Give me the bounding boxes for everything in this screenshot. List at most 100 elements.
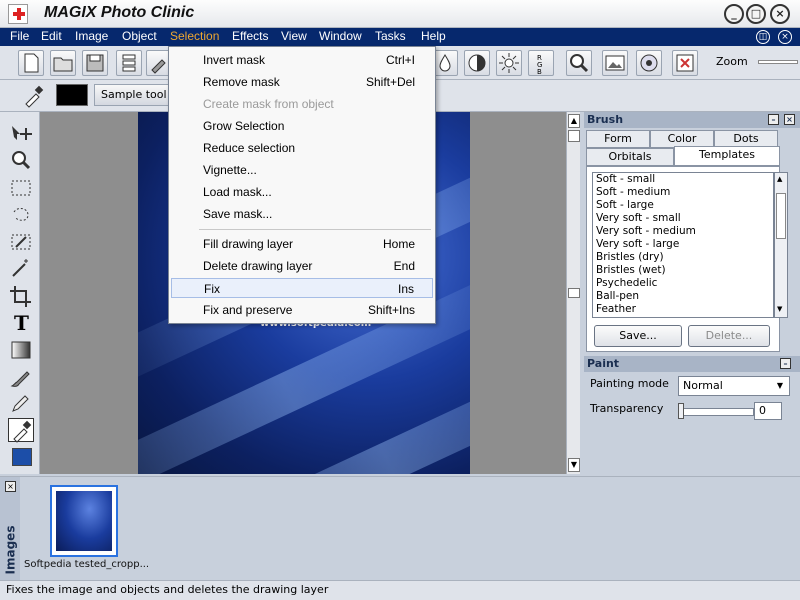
foreground-color-swatch[interactable] (12, 448, 32, 466)
lasso-icon[interactable] (8, 204, 34, 228)
contrast-icon[interactable] (464, 50, 490, 76)
painting-mode-select[interactable]: Normal ▼ (678, 376, 790, 396)
list-item[interactable]: Soft - large (593, 199, 773, 212)
images-panel-tab[interactable]: × Images (0, 477, 20, 581)
effects-icon[interactable] (636, 50, 662, 76)
maximize-button[interactable]: □ (746, 4, 766, 24)
save-template-button[interactable]: Save... (594, 325, 682, 347)
zoom-tool-icon[interactable] (8, 148, 34, 172)
list-item[interactable]: Feather (593, 303, 773, 316)
eyedropper-icon[interactable] (22, 84, 46, 108)
paint-panel-minimize-icon[interactable]: – (780, 358, 791, 369)
images-panel: × Images Softpedia tested_cropp... (0, 476, 800, 581)
right-panel: Brush – × Form Color Dots Orbitals Templ… (584, 112, 800, 474)
transparency-slider[interactable] (678, 408, 754, 416)
chevron-down-icon[interactable]: ▼ (773, 379, 787, 393)
images-panel-close-icon[interactable]: × (5, 481, 16, 492)
gradient-icon[interactable] (8, 338, 34, 362)
menu-tasks[interactable]: Tasks (371, 28, 410, 46)
scroll-thumb[interactable] (568, 130, 580, 142)
panel-close-icon[interactable]: × (784, 114, 795, 125)
list-item[interactable]: Soft - medium (593, 186, 773, 199)
list-item[interactable]: Very soft - large (593, 238, 773, 251)
list-item[interactable]: Soft - small (593, 173, 773, 186)
sun-icon[interactable] (496, 50, 522, 76)
menu-item-grow-selection[interactable]: Grow Selection (171, 116, 433, 136)
transparency-field[interactable]: 0 (754, 402, 782, 420)
rgb-icon[interactable]: RGB (528, 50, 554, 76)
minimize-button[interactable]: _ (724, 4, 744, 24)
transparency-label: Transparency (590, 402, 664, 415)
magic-wand-icon[interactable] (8, 256, 34, 280)
mdi-close-icon[interactable]: × (778, 30, 792, 44)
brush-templates-list[interactable]: Soft - small Soft - medium Soft - large … (592, 172, 774, 318)
list-item[interactable]: Very soft - medium (593, 225, 773, 238)
menu-view[interactable]: View (277, 28, 311, 46)
scroll-center-marker[interactable] (568, 288, 580, 298)
text-tool-icon[interactable]: T (8, 310, 34, 335)
tab-orbitals[interactable]: Orbitals (586, 148, 674, 166)
menu-item-reduce-selection[interactable]: Reduce selection (171, 138, 433, 158)
scroll-up-icon[interactable]: ▲ (568, 114, 580, 128)
picture-icon[interactable] (602, 50, 628, 76)
thumbnail-label: Softpedia tested_cropp... (24, 559, 150, 570)
menu-separator (199, 229, 431, 230)
menu-window[interactable]: Window (315, 28, 366, 46)
menu-item-invert-mask[interactable]: Invert mask Ctrl+I (171, 50, 433, 70)
paint-brush-icon[interactable] (8, 366, 34, 390)
rect-select-icon[interactable] (8, 176, 34, 200)
sample-color-swatch[interactable] (56, 84, 88, 106)
menu-item-remove-mask[interactable]: Remove mask Shift+Del (171, 72, 433, 92)
list-scroll-thumb[interactable] (776, 193, 786, 239)
export-icon[interactable] (672, 50, 698, 76)
tab-templates[interactable]: Templates (674, 146, 780, 166)
menu-edit[interactable]: Edit (37, 28, 66, 46)
scroll-down-icon[interactable]: ▼ (568, 458, 580, 472)
new-file-icon[interactable] (18, 50, 44, 76)
menu-item-fix-and-preserve[interactable]: Fix and preserve Shift+Ins (171, 300, 433, 320)
delete-template-button[interactable]: Delete... (688, 325, 770, 347)
sample-tool-button[interactable]: Sample tool (94, 84, 174, 106)
pencil-icon[interactable] (8, 392, 34, 416)
menu-selection[interactable]: Selection (166, 28, 223, 46)
list-scroll-down-icon[interactable]: ▼ (777, 305, 782, 313)
menu-item-fix[interactable]: Fix Ins (171, 278, 433, 298)
panel-minimize-icon[interactable]: – (768, 114, 779, 125)
crop-icon[interactable] (8, 284, 34, 308)
menu-object[interactable]: Object (118, 28, 161, 46)
list-item[interactable]: Very soft - small (593, 212, 773, 225)
list-item[interactable]: Psychedelic (593, 277, 773, 290)
image-thumbnail[interactable] (50, 485, 118, 557)
layers-icon[interactable] (116, 50, 142, 76)
templates-scrollbar[interactable]: ▲ ▼ (774, 172, 788, 318)
menu-effects[interactable]: Effects (228, 28, 272, 46)
tab-form[interactable]: Form (586, 130, 650, 148)
selection-menu: Invert mask Ctrl+I Remove mask Shift+Del C… (168, 46, 436, 324)
menu-item-delete-drawing-layer[interactable]: Delete drawing layer End (171, 256, 433, 276)
menu-file[interactable]: File (6, 28, 33, 46)
list-scroll-up-icon[interactable]: ▲ (777, 175, 782, 183)
menu-help[interactable]: Help (417, 28, 450, 46)
zoom-slider[interactable] (758, 60, 798, 64)
close-button[interactable]: × (770, 4, 790, 24)
menu-image[interactable]: Image (71, 28, 112, 46)
magnifier-icon[interactable] (566, 50, 592, 76)
list-item[interactable]: Ball-pen (593, 290, 773, 303)
move-tool-icon[interactable] (8, 122, 34, 146)
canvas-vertical-scrollbar[interactable]: ▲ ▼ (566, 112, 580, 474)
status-bar: Fixes the image and objects and deletes … (0, 580, 800, 600)
list-item[interactable]: Bristles (dry) (593, 251, 773, 264)
restore-icon[interactable]: ◫ (756, 30, 770, 44)
save-icon[interactable] (82, 50, 108, 76)
transparency-slider-thumb[interactable] (678, 403, 684, 419)
app-icon (8, 4, 28, 24)
list-item[interactable]: Bristles (wet) (593, 264, 773, 277)
menu-item-load-mask[interactable]: Load mask... (171, 182, 433, 202)
mask-brush-icon[interactable] (8, 230, 34, 254)
painting-mode-label: Painting mode (590, 377, 669, 390)
menu-item-fill-drawing-layer[interactable]: Fill drawing layer Home (171, 234, 433, 254)
open-folder-icon[interactable] (50, 50, 76, 76)
eyedropper-tool-icon[interactable] (8, 418, 34, 443)
menu-item-vignette[interactable]: Vignette... (171, 160, 433, 180)
menu-item-save-mask[interactable]: Save mask... (171, 204, 433, 224)
